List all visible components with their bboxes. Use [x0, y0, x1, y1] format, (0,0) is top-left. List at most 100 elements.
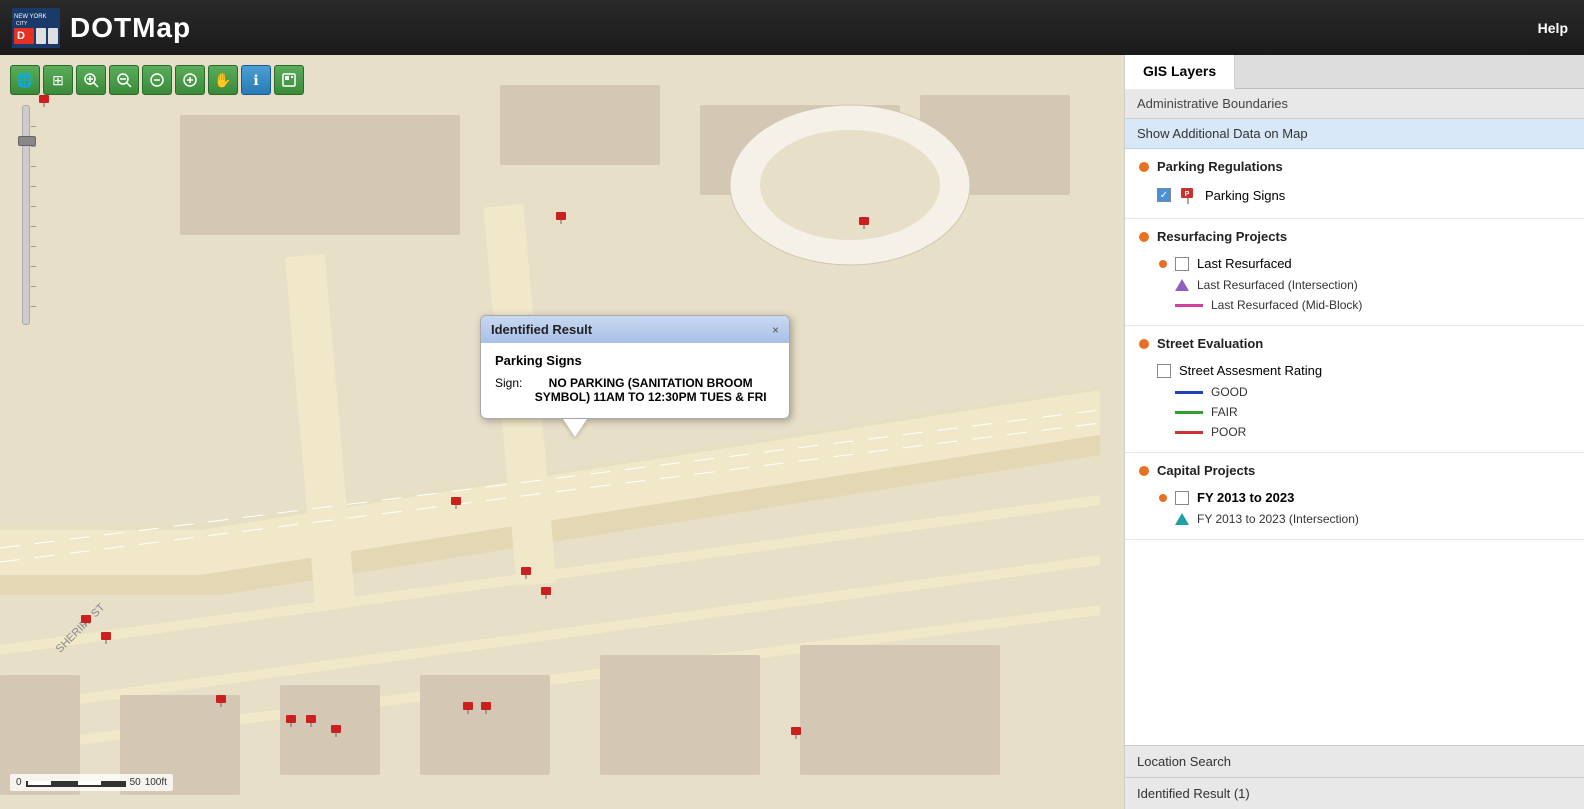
sign-marker	[790, 725, 804, 742]
last-resurfaced-intersection-label: Last Resurfaced (Intersection)	[1197, 278, 1358, 292]
zoom-out-select-button[interactable]	[109, 65, 139, 95]
app-header: NEW YORK CITY D DOTMap Help	[0, 0, 1584, 55]
svg-text:D: D	[17, 30, 25, 42]
zoom-slider[interactable]	[22, 105, 30, 325]
fy-intersection-item: FY 2013 to 2023 (Intersection)	[1139, 509, 1570, 529]
zoom-out-button[interactable]	[142, 65, 172, 95]
poor-label: POOR	[1211, 425, 1246, 439]
popup-close-button[interactable]: ×	[772, 323, 779, 337]
sign-marker	[520, 565, 534, 582]
resurfacing-header: Resurfacing Projects	[1139, 229, 1570, 244]
logo-area: NEW YORK CITY D DOTMap	[12, 8, 191, 48]
parking-regulations-label: Parking Regulations	[1157, 159, 1283, 174]
svg-text:NEW YORK: NEW YORK	[14, 14, 47, 20]
app-title: DOTMap	[70, 12, 191, 44]
layers-button[interactable]: ⊞	[43, 65, 73, 95]
fy-2013-2023-item[interactable]: FY 2013 to 2023	[1139, 486, 1570, 509]
sign-marker	[305, 713, 319, 730]
section-capital-projects: Capital Projects FY 2013 to 2023 FY 2013…	[1125, 453, 1584, 540]
fair-item: FAIR	[1139, 402, 1570, 422]
last-resurfaced-midblock-item: Last Resurfaced (Mid-Block)	[1139, 295, 1570, 315]
popup-title: Identified Result	[491, 322, 592, 337]
map-area[interactable]: SHERIFF ST 🌐 ⊞	[0, 55, 1124, 809]
tab-location-search[interactable]: Location Search	[1125, 746, 1584, 778]
sign-marker	[38, 93, 52, 110]
parking-signs-checkbox[interactable]	[1157, 188, 1171, 202]
scale-zero: 0	[16, 777, 22, 788]
zoom-in-button[interactable]	[175, 65, 205, 95]
sign-marker	[80, 613, 94, 630]
scale-seg-1	[26, 781, 51, 787]
scale-seg-2	[51, 781, 76, 787]
scale-50: 50	[130, 777, 141, 788]
capital-projects-header: Capital Projects	[1139, 463, 1570, 478]
sign-marker	[480, 700, 494, 717]
triangle-teal-icon	[1175, 513, 1189, 525]
sign-marker	[100, 630, 114, 647]
sign-marker	[858, 215, 872, 232]
popup-body: Parking Signs Sign: NO PARKING (SANITATI…	[481, 343, 789, 418]
sign-marker	[330, 723, 344, 740]
line-blue-icon	[1175, 391, 1203, 394]
zoom-thumb[interactable]	[18, 136, 36, 146]
street-assessment-checkbox[interactable]	[1157, 364, 1171, 378]
pan-button[interactable]: ✋	[208, 65, 238, 95]
section-resurfacing: Resurfacing Projects Last Resurfaced Las…	[1125, 219, 1584, 326]
scale-100ft: 100ft	[145, 777, 167, 788]
last-resurfaced-checkbox[interactable]	[1175, 257, 1189, 271]
tab-identified-result[interactable]: Identified Result (1)	[1125, 778, 1584, 809]
popup-box: Identified Result × Parking Signs Sign: …	[480, 315, 790, 419]
last-resurfaced-label: Last Resurfaced	[1197, 256, 1292, 271]
fy-2013-2023-label: FY 2013 to 2023	[1197, 490, 1294, 505]
street-evaluation-label: Street Evaluation	[1157, 336, 1263, 351]
zoom-in-select-button[interactable]	[76, 65, 106, 95]
admin-boundaries-bar[interactable]: Administrative Boundaries	[1125, 89, 1584, 119]
sign-marker	[462, 700, 476, 717]
fair-label: FAIR	[1211, 405, 1238, 419]
section-parking-regulations: Parking Regulations P Parking Signs	[1125, 149, 1584, 219]
line-magenta-icon	[1175, 304, 1203, 307]
popup-sign-row: Sign: NO PARKING (SANITATION BROOM SYMBO…	[495, 376, 775, 404]
scale-bar: 0 50 100ft	[10, 774, 173, 791]
line-green-icon	[1175, 411, 1203, 414]
fy-intersection-label: FY 2013 to 2023 (Intersection)	[1197, 512, 1359, 526]
svg-text:CITY: CITY	[16, 21, 28, 27]
fy-2013-2023-checkbox[interactable]	[1175, 491, 1189, 505]
street-assessment-label: Street Assesment Rating	[1179, 363, 1322, 378]
street-assessment-item[interactable]: Street Assesment Rating	[1139, 359, 1570, 382]
scale-line: 0 50 100ft	[16, 777, 167, 788]
parking-sign-icon: P	[1179, 186, 1197, 204]
identify-button[interactable]	[274, 65, 304, 95]
line-red-icon	[1175, 431, 1203, 434]
section-street-evaluation: Street Evaluation Street Assesment Ratin…	[1125, 326, 1584, 453]
tab-gis-layers[interactable]: GIS Layers	[1125, 55, 1235, 89]
layers-content: Administrative Boundaries Show Additiona…	[1125, 89, 1584, 745]
scale-seg-4	[101, 781, 126, 787]
popup-tail	[563, 419, 587, 437]
parking-signs-item[interactable]: P Parking Signs	[1139, 182, 1570, 208]
globe-button[interactable]: 🌐	[10, 65, 40, 95]
panel-tabs: GIS Layers	[1125, 55, 1584, 89]
identified-popup: Identified Result × Parking Signs Sign: …	[480, 315, 790, 437]
fy-orange-dot	[1159, 494, 1167, 502]
last-resurfaced-midblock-label: Last Resurfaced (Mid-Block)	[1211, 298, 1362, 312]
parking-regulations-header: Parking Regulations	[1139, 159, 1570, 174]
popup-sign-label: Sign:	[495, 376, 522, 404]
resurfacing-dot	[1139, 232, 1149, 242]
show-additional-bar[interactable]: Show Additional Data on Map	[1125, 119, 1584, 149]
popup-sign-value: NO PARKING (SANITATION BROOM SYMBOL) 11A…	[526, 376, 775, 404]
street-evaluation-header: Street Evaluation	[1139, 336, 1570, 351]
last-resurfaced-item[interactable]: Last Resurfaced	[1139, 252, 1570, 275]
show-additional-label: Show Additional Data on Map	[1137, 126, 1308, 141]
admin-boundaries-label: Administrative Boundaries	[1137, 96, 1288, 111]
good-label: GOOD	[1211, 385, 1248, 399]
triangle-purple-icon	[1175, 279, 1189, 291]
poor-item: POOR	[1139, 422, 1570, 442]
bottom-tabs: Location Search Identified Result (1)	[1125, 745, 1584, 809]
info-button[interactable]: ℹ	[241, 65, 271, 95]
last-resurfaced-intersection-item: Last Resurfaced (Intersection)	[1139, 275, 1570, 295]
help-button[interactable]: Help	[1538, 20, 1568, 36]
zoom-track[interactable]	[22, 105, 30, 325]
popup-category: Parking Signs	[495, 353, 775, 368]
right-panel: GIS Layers Administrative Boundaries Sho…	[1124, 55, 1584, 809]
